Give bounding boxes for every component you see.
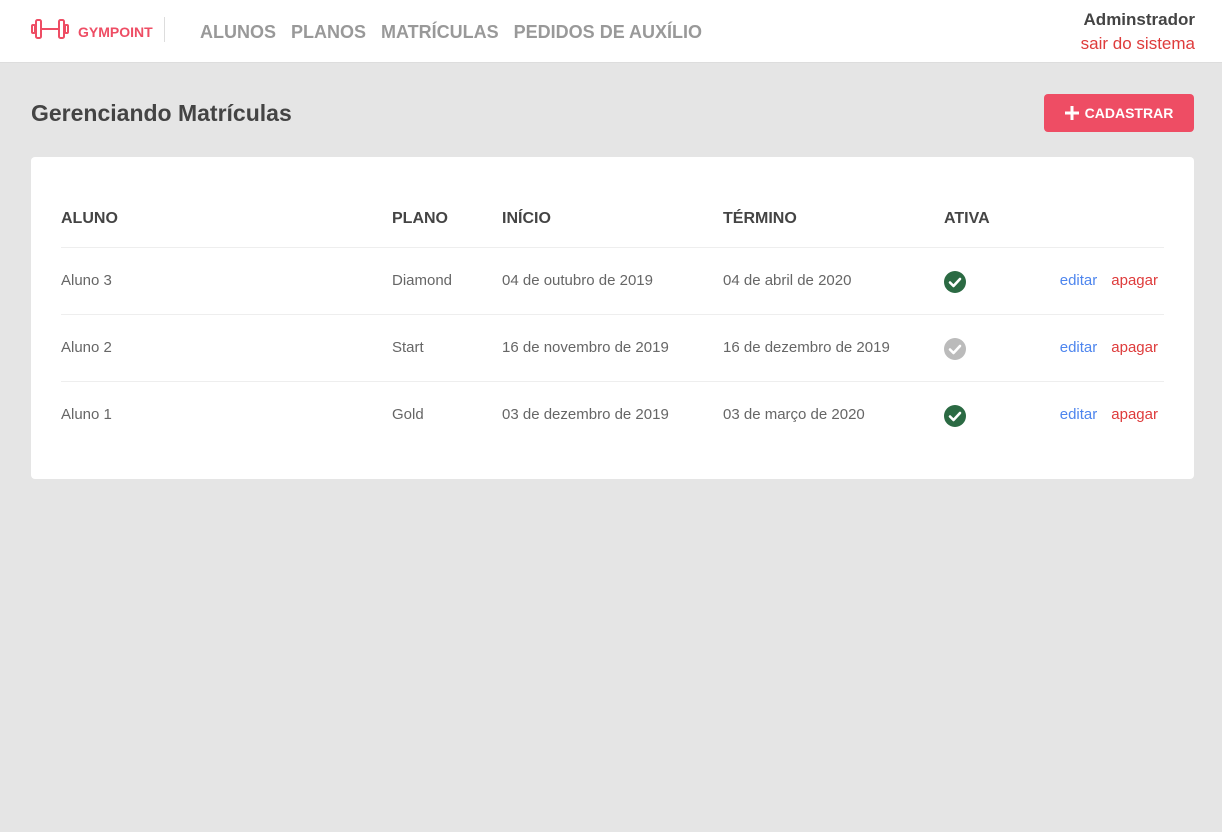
delete-link[interactable]: apagar <box>1111 272 1158 289</box>
edit-link[interactable]: editar <box>1060 272 1098 289</box>
row-actions: editar apagar <box>1060 272 1158 290</box>
main-nav: ALUNOS PLANOS MATRÍCULAS PEDIDOS DE AUXÍ… <box>200 22 717 42</box>
user-name: Adminstrador <box>1083 10 1195 29</box>
page-title: Gerenciando Matrículas <box>31 100 292 126</box>
enrollments-table: ALUNO PLANO INÍCIO TÉRMINO ATIVA Aluno 3… <box>61 205 1164 449</box>
check-circle-icon <box>944 338 966 360</box>
cell-plano: Gold <box>392 406 424 423</box>
cell-inicio: 03 de dezembro de 2019 <box>502 406 669 423</box>
plus-icon <box>1064 106 1079 120</box>
column-header-termino: TÉRMINO <box>723 210 797 227</box>
check-circle-icon <box>944 271 966 293</box>
delete-link[interactable]: apagar <box>1111 339 1158 356</box>
nav-item-pedidos-de-auxilio[interactable]: PEDIDOS DE AUXÍLIO <box>514 22 702 42</box>
cell-termino: 03 de março de 2020 <box>723 406 865 423</box>
edit-link[interactable]: editar <box>1060 406 1098 423</box>
delete-link[interactable]: apagar <box>1111 406 1158 423</box>
table-row: Aluno 3 Diamond 04 de outubro de 2019 04… <box>61 248 1164 315</box>
check-circle-icon <box>944 405 966 427</box>
cell-termino: 16 de dezembro de 2019 <box>723 339 890 356</box>
column-header-inicio: INÍCIO <box>502 210 551 227</box>
column-header-ativa: ATIVA <box>944 210 990 227</box>
cell-aluno: Aluno 3 <box>61 272 112 289</box>
row-actions: editar apagar <box>1060 339 1158 357</box>
edit-link[interactable]: editar <box>1060 339 1098 356</box>
enrollments-card: ALUNO PLANO INÍCIO TÉRMINO ATIVA Aluno 3… <box>31 157 1194 479</box>
top-header: GYMPOINT ALUNOS PLANOS MATRÍCULAS PEDIDO… <box>0 0 1222 63</box>
row-actions: editar apagar <box>1060 406 1158 424</box>
cell-plano: Start <box>392 339 424 356</box>
cell-termino: 04 de abril de 2020 <box>723 272 852 289</box>
gympoint-logo[interactable]: GYMPOINT <box>30 17 153 46</box>
add-button-label: CADASTRAR <box>1084 105 1174 121</box>
header-divider <box>164 17 165 42</box>
nav-item-planos[interactable]: PLANOS <box>291 22 366 42</box>
cell-aluno: Aluno 2 <box>61 339 112 356</box>
logo-text: GYMPOINT <box>78 23 153 40</box>
cell-inicio: 04 de outubro de 2019 <box>502 272 653 289</box>
table-row: Aluno 1 Gold 03 de dezembro de 2019 03 d… <box>61 382 1164 449</box>
dumbbell-icon <box>30 17 70 46</box>
nav-item-alunos[interactable]: ALUNOS <box>200 22 276 42</box>
logout-link[interactable]: sair do sistema <box>1081 33 1195 55</box>
cell-inicio: 16 de novembro de 2019 <box>502 339 669 356</box>
cell-plano: Diamond <box>392 272 453 289</box>
table-header: ALUNO PLANO INÍCIO TÉRMINO ATIVA <box>61 205 1164 248</box>
column-header-aluno: ALUNO <box>61 210 118 227</box>
column-header-plano: PLANO <box>392 210 448 227</box>
user-box: Adminstrador sair do sistema <box>1081 10 1195 55</box>
nav-item-matriculas[interactable]: MATRÍCULAS <box>381 22 499 42</box>
add-enrollment-button[interactable]: CADASTRAR <box>1044 94 1194 132</box>
cell-aluno: Aluno 1 <box>61 406 112 423</box>
table-row: Aluno 2 Start 16 de novembro de 2019 16 … <box>61 315 1164 382</box>
